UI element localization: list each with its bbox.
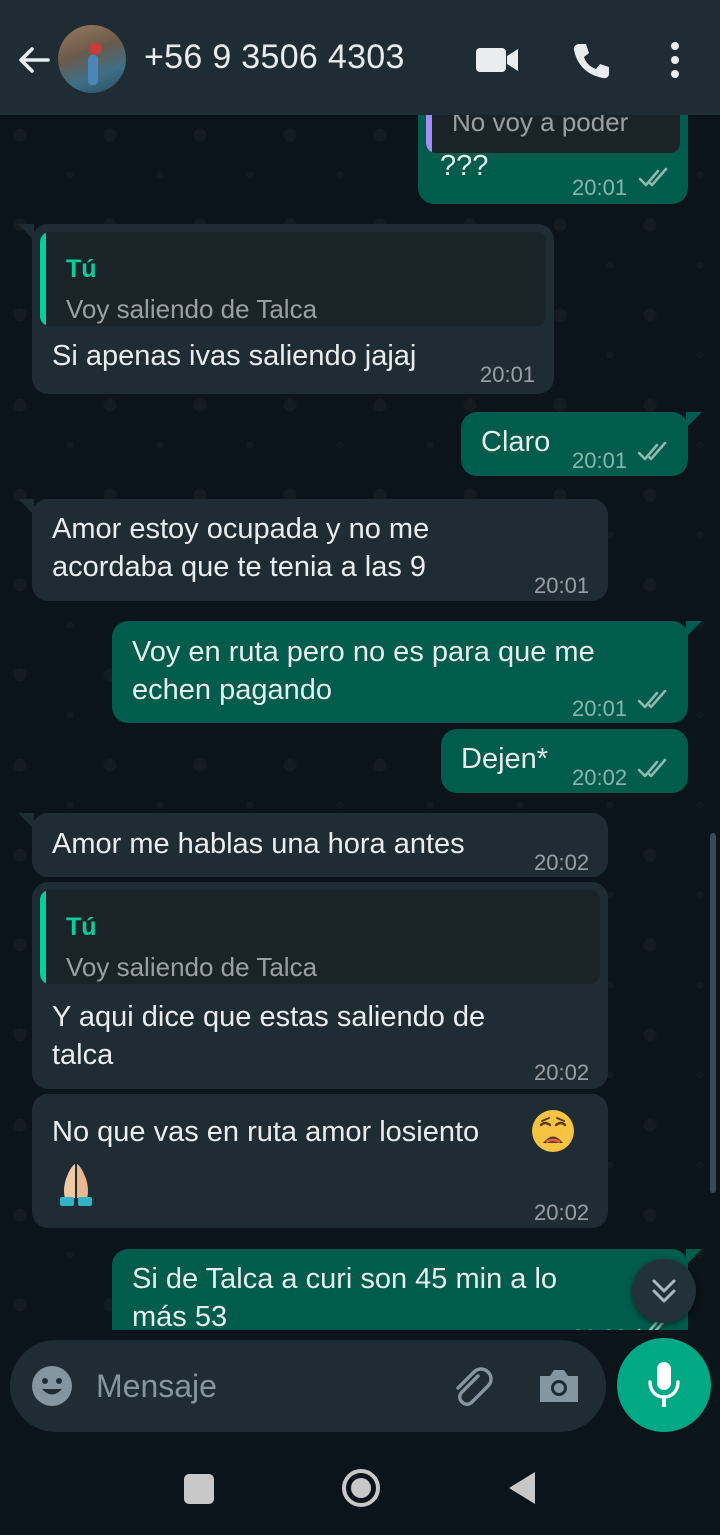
scroll-to-bottom-button[interactable] bbox=[632, 1259, 696, 1323]
voice-message-button[interactable] bbox=[617, 1338, 711, 1432]
message-bubble-incoming[interactable]: Tú Voy saliendo de Talca Si apenas ivas … bbox=[18, 224, 554, 394]
quoted-author: Tú bbox=[66, 255, 97, 283]
quoted-author: Tú bbox=[66, 913, 97, 941]
message-time: 20:02 bbox=[534, 850, 590, 875]
message-bubble-incoming[interactable]: Amor estoy ocupada y no me acordaba que … bbox=[18, 499, 608, 601]
chat-area[interactable]: No voy a poder ??? 20:01 Tú Voy saliendo… bbox=[0, 115, 720, 1330]
message-text-line: Voy en ruta pero no es para que me bbox=[132, 636, 595, 668]
folded-hands-emoji bbox=[60, 1164, 92, 1206]
quote-bar bbox=[40, 232, 46, 326]
message-text: ??? bbox=[440, 150, 489, 182]
quoted-text: Voy saliendo de Talca bbox=[66, 952, 318, 982]
contact-name[interactable]: +56 9 3506 4303 bbox=[144, 38, 405, 77]
message-text: Amor me hablas una hora antes bbox=[52, 828, 465, 860]
back-arrow-icon[interactable] bbox=[14, 40, 54, 80]
message-bubble-outgoing[interactable]: Dejen* 20:02 bbox=[441, 729, 688, 793]
camera-icon[interactable] bbox=[536, 1364, 582, 1408]
message-text: Claro bbox=[481, 426, 551, 458]
message-time: 20:02 bbox=[572, 1319, 627, 1330]
message-time: 20:01 bbox=[572, 175, 628, 200]
message-text: No que vas en ruta amor losiento bbox=[52, 1116, 480, 1148]
message-text-line: Si de Talca a curi son 45 min a lo bbox=[132, 1263, 558, 1295]
attach-icon[interactable] bbox=[448, 1362, 494, 1408]
message-bubble-outgoing[interactable]: No voy a poder ??? 20:01 bbox=[418, 115, 688, 204]
message-text-line: echen pagando bbox=[132, 674, 332, 706]
mic-icon bbox=[648, 1362, 680, 1407]
message-bubble-outgoing[interactable]: Voy en ruta pero no es para que me echen… bbox=[112, 621, 702, 723]
message-text-line: talca bbox=[52, 1039, 114, 1071]
message-text-line: más 53 bbox=[132, 1301, 228, 1330]
message-bubble-outgoing[interactable]: Si de Talca a curi son 45 min a lo más 5… bbox=[112, 1249, 702, 1330]
emoji-icon[interactable] bbox=[30, 1364, 74, 1408]
quoted-text: Voy saliendo de Talca bbox=[66, 294, 318, 324]
scrollbar[interactable] bbox=[710, 833, 716, 1193]
chat-header: +56 9 3506 4303 bbox=[0, 0, 720, 115]
home-icon[interactable] bbox=[340, 1467, 382, 1509]
quoted-message[interactable]: Tú Voy saliendo de Talca bbox=[40, 232, 546, 326]
message-time: 20:01 bbox=[480, 362, 536, 387]
quoted-message[interactable]: Tú Voy saliendo de Talca bbox=[40, 890, 600, 984]
message-time: 20:02 bbox=[534, 1200, 590, 1225]
message-text-line: Y aqui dice que estas saliendo de bbox=[52, 1001, 486, 1033]
weary-face-emoji bbox=[532, 1110, 574, 1152]
message-text: Si apenas ivas saliendo jajaj bbox=[52, 340, 417, 372]
read-receipt-icon bbox=[637, 441, 667, 461]
message-time: 20:01 bbox=[572, 696, 628, 721]
contact-avatar[interactable] bbox=[58, 25, 126, 93]
read-receipt-icon bbox=[638, 167, 668, 187]
quote-bar bbox=[426, 115, 432, 153]
double-chevron-down-icon bbox=[652, 1279, 676, 1303]
message-time: 20:01 bbox=[572, 448, 628, 473]
message-bubble-incoming[interactable]: Tú Voy saliendo de Talca Y aqui dice que… bbox=[32, 882, 608, 1089]
message-bubble-incoming[interactable]: Amor me hablas una hora antes 20:02 bbox=[18, 813, 608, 877]
message-text-line: acordaba que te tenia a las 9 bbox=[52, 551, 427, 583]
video-call-icon[interactable] bbox=[474, 42, 520, 78]
voice-call-icon[interactable] bbox=[570, 40, 612, 82]
quoted-text: No voy a poder bbox=[452, 115, 629, 137]
message-text-line: Amor estoy ocupada y no me bbox=[52, 513, 430, 545]
message-time: 20:02 bbox=[534, 1060, 590, 1085]
message-time: 20:01 bbox=[534, 573, 590, 598]
read-receipt-icon bbox=[637, 758, 667, 778]
message-text: Dejen* bbox=[461, 743, 549, 775]
nav-back-icon[interactable] bbox=[505, 1470, 539, 1506]
recents-icon[interactable] bbox=[184, 1474, 214, 1504]
read-receipt-icon bbox=[637, 689, 667, 709]
message-input[interactable] bbox=[96, 1364, 426, 1408]
quote-bar bbox=[40, 890, 46, 984]
message-time: 20:02 bbox=[572, 765, 628, 790]
more-options-icon[interactable] bbox=[660, 38, 690, 82]
message-bubble-incoming[interactable]: No que vas en ruta amor losiento 20:02 bbox=[32, 1094, 608, 1228]
message-bubble-outgoing[interactable]: Claro 20:01 bbox=[461, 412, 702, 476]
